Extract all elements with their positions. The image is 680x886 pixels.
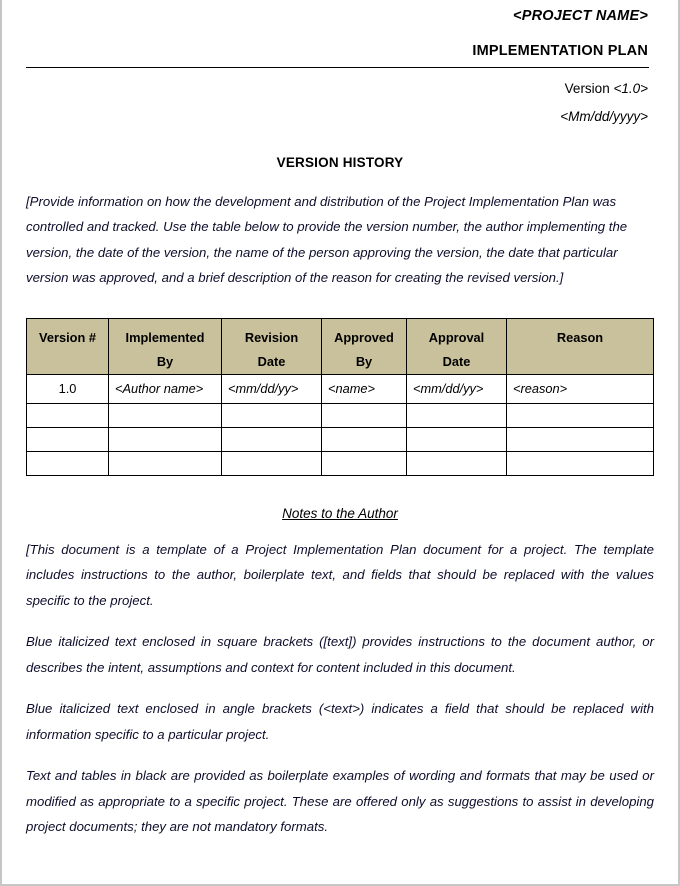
column-header-implemented-by: Implemented By (108, 317, 222, 375)
document-page: <PROJECT NAME> IMPLEMENTATION PLAN Versi… (0, 0, 680, 886)
cell-approved-by[interactable] (321, 450, 407, 476)
cell-version[interactable]: 1.0 (26, 373, 109, 404)
cell-approved-by[interactable] (321, 402, 407, 428)
project-name: <PROJECT NAME> (513, 8, 648, 24)
column-header-line: Reason (556, 329, 604, 345)
column-header-line: Approved (334, 329, 394, 345)
header-divider (26, 67, 649, 68)
version-history-heading: VERSION HISTORY (276, 155, 404, 170)
version-value: <1.0> (613, 81, 648, 96)
cell-revision-date[interactable]: <mm/dd/yy> (221, 373, 322, 404)
column-header-line: Revision (244, 329, 299, 345)
cell-approved-by[interactable] (321, 426, 407, 452)
cell-implemented-by[interactable]: <Author name> (108, 373, 222, 404)
column-header-revision-date: Revision Date (221, 317, 322, 375)
cell-revision-date[interactable] (221, 402, 322, 428)
cell-reason[interactable] (506, 450, 654, 476)
column-header-line: Date (257, 353, 286, 369)
page-content: <PROJECT NAME> IMPLEMENTATION PLAN Versi… (26, 0, 654, 840)
cell-reason[interactable] (506, 402, 654, 428)
column-header-version: Version # (26, 317, 109, 375)
column-header-line: By (355, 353, 373, 369)
cell-version[interactable] (26, 426, 109, 452)
cell-approval-date[interactable] (406, 450, 507, 476)
column-header-reason: Reason (506, 317, 654, 375)
column-header-approval-date: Approval Date (406, 317, 507, 375)
version-history-table: Version # Implemented By Revision Date A… (26, 317, 654, 476)
column-header-line: Implemented (125, 329, 205, 345)
column-header-line: By (156, 353, 174, 369)
table-header: Version # Implemented By Revision Date A… (26, 317, 654, 375)
notes-heading: Notes to the Author (282, 505, 398, 521)
notes-paragraph-3: Blue italicized text enclosed in angle b… (26, 701, 654, 742)
version-line: Version <1.0> (26, 81, 654, 96)
cell-implemented-by[interactable] (108, 402, 222, 428)
cell-approval-date[interactable] (406, 402, 507, 428)
cell-revision-date[interactable] (221, 450, 322, 476)
cell-reason[interactable] (506, 426, 654, 452)
document-header: <PROJECT NAME> IMPLEMENTATION PLAN Versi… (26, 0, 654, 124)
version-history-instructions: [Provide information on how the developm… (26, 194, 628, 286)
table-row[interactable] (26, 450, 654, 476)
cell-approved-by[interactable]: <name> (321, 373, 407, 404)
notes-paragraph-4: Text and tables in black are provided as… (26, 768, 654, 835)
cell-revision-date[interactable] (221, 426, 322, 452)
cell-implemented-by[interactable] (108, 450, 222, 476)
notes-paragraph-2: Blue italicized text enclosed in square … (26, 634, 654, 675)
document-title: IMPLEMENTATION PLAN (472, 43, 648, 59)
version-label: Version (564, 81, 614, 96)
cell-implemented-by[interactable] (108, 426, 222, 452)
table-row[interactable]: 1.0 <Author name> <mm/dd/yy> <name> <mm/… (26, 373, 654, 404)
cell-approval-date[interactable] (406, 426, 507, 452)
cell-version[interactable] (26, 402, 109, 428)
notes-paragraph-1: [This document is a template of a Projec… (26, 541, 654, 608)
table-header-row: Version # Implemented By Revision Date A… (26, 317, 654, 375)
cell-approval-date[interactable]: <mm/dd/yy> (406, 373, 507, 404)
table-row[interactable] (26, 426, 654, 452)
cell-version[interactable] (26, 450, 109, 476)
cell-reason[interactable]: <reason> (506, 373, 654, 404)
table-row[interactable] (26, 402, 654, 428)
column-header-line: Date (442, 353, 471, 369)
column-header-line: Approval (428, 329, 485, 345)
table-body: 1.0 <Author name> <mm/dd/yy> <name> <mm/… (26, 373, 654, 476)
column-header-approved-by: Approved By (321, 317, 407, 375)
column-header-line: Version # (39, 329, 96, 345)
document-date: <Mm/dd/yyyy> (560, 109, 648, 124)
